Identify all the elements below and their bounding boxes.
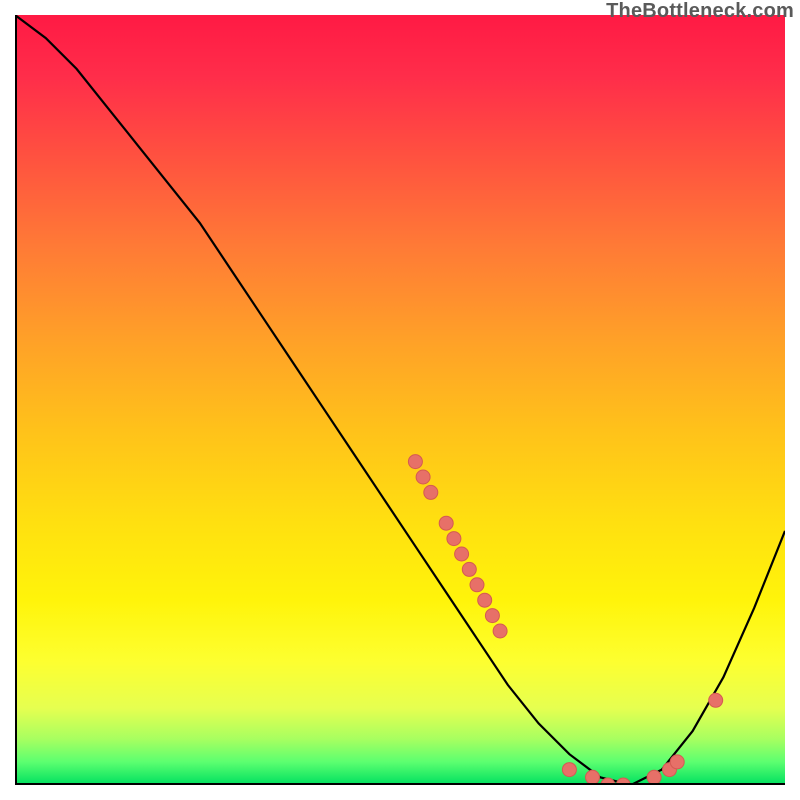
plot-area (15, 15, 785, 785)
data-point (408, 455, 422, 469)
y-axis (15, 15, 17, 785)
data-point (455, 547, 469, 561)
data-point (424, 485, 438, 499)
data-point (493, 624, 507, 638)
data-point (447, 532, 461, 546)
data-point (470, 578, 484, 592)
data-point (462, 562, 476, 576)
data-points-layer (15, 15, 785, 785)
x-axis (15, 783, 785, 785)
data-point (485, 609, 499, 623)
data-point (416, 470, 430, 484)
data-point (709, 693, 723, 707)
data-point (439, 516, 453, 530)
data-point (562, 763, 576, 777)
watermark-text: TheBottleneck.com (606, 0, 794, 23)
data-point (670, 755, 684, 769)
chart-container: TheBottleneck.com (0, 0, 800, 800)
data-point (478, 593, 492, 607)
